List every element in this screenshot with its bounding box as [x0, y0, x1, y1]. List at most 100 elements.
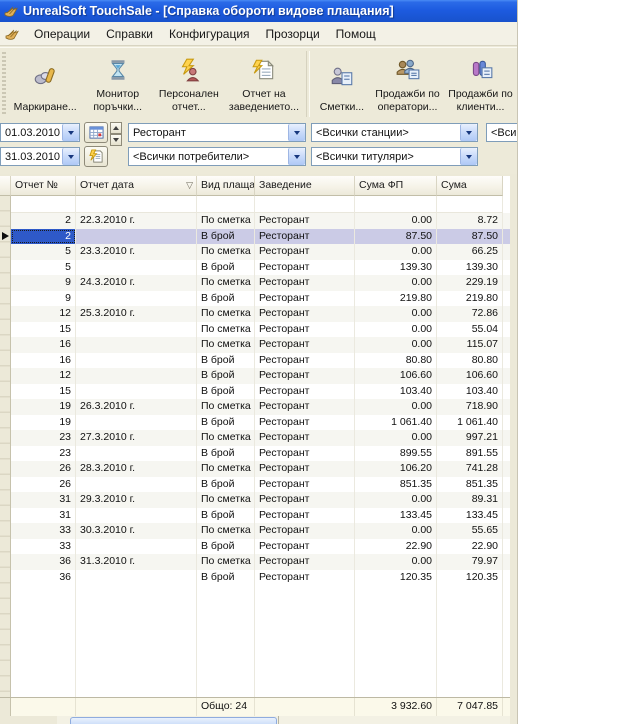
- table-cell[interactable]: [76, 508, 197, 524]
- table-cell[interactable]: [76, 353, 197, 369]
- table-row[interactable]: 1225.3.2010 г.По сметкаРесторант0.0072.8…: [11, 306, 510, 322]
- table-row[interactable]: 3631.3.2010 г.По сметкаРесторант0.0079.9…: [11, 554, 510, 570]
- table-row[interactable]: 222.3.2010 г.По сметкаРесторант0.008.72: [11, 213, 510, 229]
- table-cell[interactable]: Ресторант: [255, 229, 355, 245]
- table-cell[interactable]: Ресторант: [255, 430, 355, 446]
- table-cell[interactable]: Ресторант: [255, 260, 355, 276]
- table-cell[interactable]: По сметка: [197, 322, 255, 338]
- table-cell[interactable]: 229.19: [437, 275, 503, 291]
- table-cell[interactable]: 851.35: [437, 477, 503, 493]
- table-cell[interactable]: 55.65: [437, 523, 503, 539]
- table-cell[interactable]: Ресторант: [255, 539, 355, 555]
- table-cell[interactable]: Ресторант: [255, 415, 355, 431]
- table-cell[interactable]: 115.07: [437, 337, 503, 353]
- table-cell[interactable]: 1 061.40: [355, 415, 437, 431]
- table-cell[interactable]: 16: [11, 337, 76, 353]
- sort-descending-icon[interactable]: ▽: [186, 176, 193, 194]
- table-row[interactable]: 16По сметкаРесторант0.00115.07: [11, 337, 510, 353]
- table-cell[interactable]: 23: [11, 446, 76, 462]
- spin-up-icon[interactable]: [110, 122, 122, 134]
- table-cell[interactable]: 1 061.40: [437, 415, 503, 431]
- table-cell[interactable]: Ресторант: [255, 554, 355, 570]
- table-cell[interactable]: По сметка: [197, 430, 255, 446]
- table-cell[interactable]: 89.31: [437, 492, 503, 508]
- table-cell[interactable]: 2: [11, 213, 76, 229]
- table-cell[interactable]: 27.3.2010 г.: [76, 430, 197, 446]
- table-cell[interactable]: 5: [11, 244, 76, 260]
- table-cell[interactable]: В брой: [197, 291, 255, 307]
- table-cell[interactable]: [76, 384, 197, 400]
- table-row[interactable]: 12В бройРесторант106.60106.60: [11, 368, 510, 384]
- table-cell[interactable]: 19: [11, 399, 76, 415]
- table-cell[interactable]: 0.00: [355, 306, 437, 322]
- table-cell[interactable]: [76, 260, 197, 276]
- table-cell[interactable]: По сметка: [197, 213, 255, 229]
- menu-help[interactable]: Помощ: [328, 25, 384, 43]
- table-cell[interactable]: 0.00: [355, 492, 437, 508]
- table-cell[interactable]: 80.80: [355, 353, 437, 369]
- table-cell[interactable]: В брой: [197, 229, 255, 245]
- calendar-button[interactable]: [84, 122, 108, 143]
- menu-operations[interactable]: Операции: [26, 25, 98, 43]
- sales-by-clients-button[interactable]: Продажби по клиенти...: [444, 48, 517, 118]
- table-cell[interactable]: 0.00: [355, 337, 437, 353]
- table-cell[interactable]: Ресторант: [255, 306, 355, 322]
- table-row[interactable]: 16В бройРесторант80.8080.80: [11, 353, 510, 369]
- date-to-field[interactable]: 31.03.2010: [0, 147, 80, 166]
- table-cell[interactable]: [76, 477, 197, 493]
- table-cell[interactable]: 0.00: [355, 244, 437, 260]
- table-row[interactable]: 15В бройРесторант103.40103.40: [11, 384, 510, 400]
- table-cell[interactable]: Ресторант: [255, 446, 355, 462]
- chevron-down-icon[interactable]: [62, 148, 79, 165]
- table-cell[interactable]: 87.50: [355, 229, 437, 245]
- table-cell[interactable]: Ресторант: [255, 275, 355, 291]
- table-cell[interactable]: 0.00: [355, 430, 437, 446]
- table-cell[interactable]: 31: [11, 492, 76, 508]
- stations-select[interactable]: <Всички станции>: [311, 123, 478, 142]
- table-cell[interactable]: В брой: [197, 477, 255, 493]
- table-cell[interactable]: 29.3.2010 г.: [76, 492, 197, 508]
- table-cell[interactable]: Ресторант: [255, 368, 355, 384]
- table-cell[interactable]: Ресторант: [255, 508, 355, 524]
- column-header-sum-fp[interactable]: Сума ФП: [355, 176, 437, 196]
- table-cell[interactable]: Ресторант: [255, 570, 355, 586]
- table-cell[interactable]: 8.72: [437, 213, 503, 229]
- personal-report-button[interactable]: Персонален отчет...: [153, 48, 225, 118]
- table-row[interactable]: 31В бройРесторант133.45133.45: [11, 508, 510, 524]
- table-cell[interactable]: По сметка: [197, 554, 255, 570]
- column-header-venue[interactable]: Заведение: [255, 176, 355, 196]
- table-cell[interactable]: Ресторант: [255, 291, 355, 307]
- table-cell[interactable]: [76, 291, 197, 307]
- table-row[interactable]: 15По сметкаРесторант0.0055.04: [11, 322, 510, 338]
- table-cell[interactable]: Ресторант: [255, 353, 355, 369]
- table-cell[interactable]: 26.3.2010 г.: [76, 399, 197, 415]
- table-cell[interactable]: 26: [11, 461, 76, 477]
- table-cell[interactable]: По сметка: [197, 461, 255, 477]
- table-row[interactable]: 1926.3.2010 г.По сметкаРесторант0.00718.…: [11, 399, 510, 415]
- table-cell[interactable]: 5: [11, 260, 76, 276]
- table-cell[interactable]: 851.35: [355, 477, 437, 493]
- table-cell[interactable]: 31.3.2010 г.: [76, 554, 197, 570]
- table-cell[interactable]: 9: [11, 291, 76, 307]
- marking-button[interactable]: Маркиране...: [8, 48, 83, 118]
- table-row[interactable]: 19В бройРесторант1 061.401 061.40: [11, 415, 510, 431]
- table-cell[interactable]: 19: [11, 415, 76, 431]
- table-row[interactable]: 3330.3.2010 г.По сметкаРесторант0.0055.6…: [11, 523, 510, 539]
- table-cell[interactable]: 899.55: [355, 446, 437, 462]
- table-cell[interactable]: 16: [11, 353, 76, 369]
- scrollbar-thumb[interactable]: [70, 717, 277, 724]
- table-cell[interactable]: 997.21: [437, 430, 503, 446]
- table-cell[interactable]: 26: [11, 477, 76, 493]
- table-row[interactable]: 523.3.2010 г.По сметкаРесторант0.0066.25: [11, 244, 510, 260]
- table-cell[interactable]: [76, 539, 197, 555]
- table-row[interactable]: 9В бройРесторант219.80219.80: [11, 291, 510, 307]
- table-cell[interactable]: 72.86: [437, 306, 503, 322]
- table-cell[interactable]: 15: [11, 384, 76, 400]
- date-from-field[interactable]: 01.03.2010: [0, 123, 80, 142]
- table-cell[interactable]: По сметка: [197, 399, 255, 415]
- spin-down-icon[interactable]: [110, 134, 122, 146]
- table-cell[interactable]: 22.90: [355, 539, 437, 555]
- sales-by-operators-button[interactable]: Продажби по оператори...: [371, 48, 444, 118]
- table-cell[interactable]: 12: [11, 368, 76, 384]
- titlebar[interactable]: UnrealSoft TouchSale - [Справка обороти …: [0, 0, 517, 22]
